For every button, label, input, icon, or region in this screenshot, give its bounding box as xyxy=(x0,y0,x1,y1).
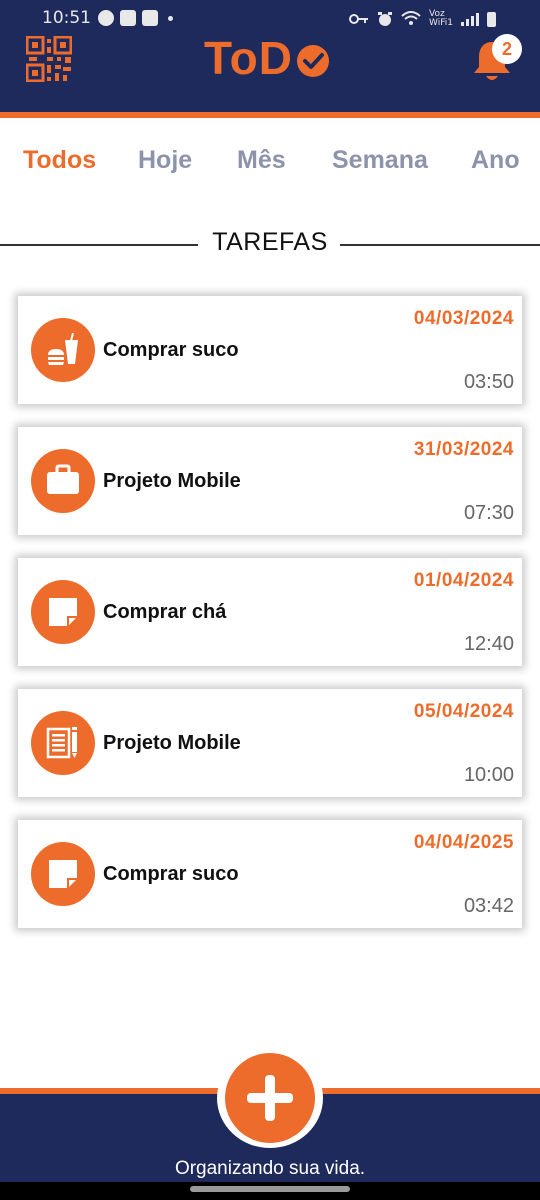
alarm-icon xyxy=(378,12,393,26)
linkedin-icon xyxy=(120,10,136,26)
vpn-key-icon xyxy=(349,14,369,24)
task-card[interactable]: Projeto Mobile 31/03/2024 07:30 xyxy=(18,427,522,535)
app-title: ToD xyxy=(204,30,331,86)
more-notifications-dot-icon xyxy=(168,15,173,21)
youtube-icon xyxy=(142,10,158,26)
app-screen: 10:51 Voz WiFi1 ToD 2 Todos Hoje Mês Sem… xyxy=(0,0,540,1200)
status-system-icons: Voz WiFi1 xyxy=(349,10,496,28)
network-label: Voz WiFi1 xyxy=(429,10,453,28)
task-time: 07:30 xyxy=(463,502,514,524)
status-notification-icons xyxy=(98,10,173,26)
task-date: 05/04/2024 xyxy=(413,701,514,722)
task-date: 04/04/2025 xyxy=(413,832,514,853)
tab-semana[interactable]: Semana xyxy=(332,146,428,175)
task-date: 01/04/2024 xyxy=(413,570,514,591)
task-title: Projeto Mobile xyxy=(103,470,241,492)
section-title: TAREFAS xyxy=(212,228,328,256)
task-time: 03:42 xyxy=(463,895,514,917)
task-date: 04/03/2024 xyxy=(413,308,514,329)
task-time: 12:40 xyxy=(463,633,514,655)
briefcase-icon xyxy=(47,464,79,494)
period-tabs: Todos Hoje Mês Semana Ano xyxy=(0,146,540,186)
app-title-text: ToD xyxy=(204,32,294,84)
app-notification-icon xyxy=(98,10,114,26)
task-card[interactable]: Projeto Mobile 05/04/2024 10:00 xyxy=(18,689,522,797)
task-time: 03:50 xyxy=(463,371,514,393)
task-title: Comprar suco xyxy=(103,863,239,885)
note-icon xyxy=(49,598,77,626)
network-label-bottom: WiFi1 xyxy=(429,18,453,28)
task-icon xyxy=(31,842,95,906)
status-time: 10:51 xyxy=(42,8,91,28)
section-divider-right xyxy=(340,244,540,246)
task-icon xyxy=(31,318,95,382)
tab-mes[interactable]: Mês xyxy=(237,146,286,175)
task-card[interactable]: Comprar suco 04/04/2025 03:42 xyxy=(18,820,522,928)
document-pencil-icon xyxy=(46,727,77,759)
wifi-icon xyxy=(401,11,421,25)
tab-ano[interactable]: Ano xyxy=(471,146,520,175)
section-heading: TAREFAS xyxy=(0,228,540,262)
qr-code-icon[interactable] xyxy=(26,36,72,82)
notification-badge[interactable]: 2 xyxy=(492,34,522,64)
add-task-button[interactable] xyxy=(225,1053,315,1143)
task-icon xyxy=(31,711,95,775)
task-title: Comprar chá xyxy=(103,601,227,623)
footer-tagline: Organizando sua vida. xyxy=(174,1158,366,1179)
food-drink-icon xyxy=(48,332,78,365)
note-icon xyxy=(49,860,77,888)
status-bar: 10:51 Voz WiFi1 xyxy=(0,0,540,34)
battery-icon xyxy=(487,11,496,27)
header-divider xyxy=(0,112,540,118)
tab-hoje[interactable]: Hoje xyxy=(138,146,192,175)
tab-todos[interactable]: Todos xyxy=(23,146,96,175)
task-card[interactable]: Comprar suco 04/03/2024 03:50 xyxy=(18,296,522,404)
task-card[interactable]: Comprar chá 01/04/2024 12:40 xyxy=(18,558,522,666)
check-circle-icon xyxy=(297,45,330,77)
task-date: 31/03/2024 xyxy=(413,439,514,460)
task-title: Projeto Mobile xyxy=(103,732,241,754)
task-icon xyxy=(31,580,95,644)
signal-icon xyxy=(461,12,479,26)
task-icon xyxy=(31,449,95,513)
task-time: 10:00 xyxy=(463,764,514,786)
home-gesture-bar[interactable] xyxy=(190,1186,350,1192)
plus-icon xyxy=(247,1075,293,1121)
app-header: 10:51 Voz WiFi1 ToD 2 xyxy=(0,0,540,112)
task-title: Comprar suco xyxy=(103,339,239,361)
